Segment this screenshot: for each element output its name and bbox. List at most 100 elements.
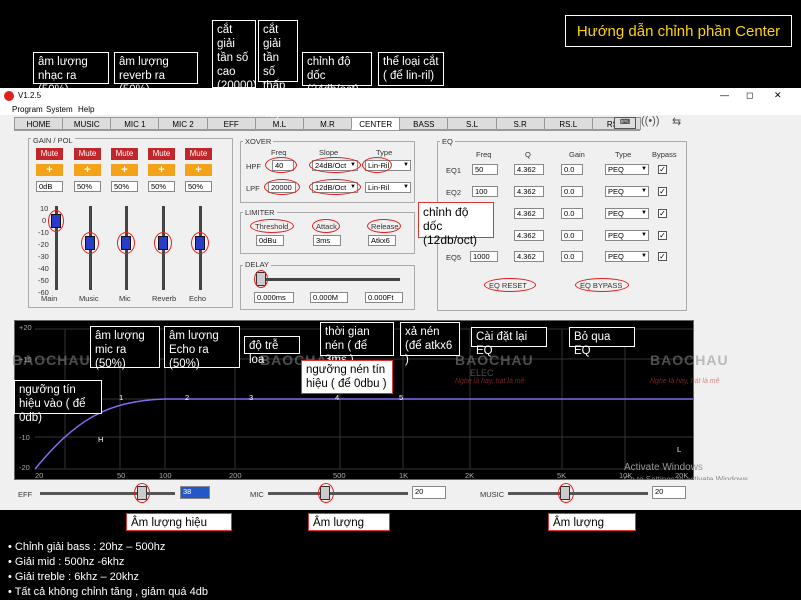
menu-program[interactable]: Program [12,105,43,114]
tab-sl[interactable]: S.L [447,117,497,130]
threshold-input[interactable]: 0dBu [256,235,284,246]
tab-music[interactable]: MUSIC [62,117,112,130]
delay-slider-track[interactable] [258,278,400,281]
lpf-label: LPF [246,184,260,193]
gain-input-music[interactable]: 50% [74,181,101,192]
scale-tick: 0 [42,216,47,225]
eq-gain-input[interactable]: 0.0 [561,164,583,175]
eq-point-marker[interactable]: 1 [119,393,123,402]
keyboard-icon[interactable]: ⌨ [614,117,636,129]
eq-gain-input[interactable]: 0.0 [561,186,583,197]
channel-label-echo: Echo [189,294,207,303]
activate-windows-text: Activate Windows [624,462,703,473]
mic-slider-track[interactable] [268,492,408,495]
hpf-label: HPF [246,162,261,171]
eq-point-marker[interactable]: 2 [185,393,189,402]
tab-mic2[interactable]: MIC 2 [158,117,208,130]
highlight-ring [134,483,150,503]
channel-label-mic: Mic [119,294,131,303]
mute-button-echo[interactable]: Mute [185,148,212,160]
eq-bypass-checkbox[interactable]: ✓ [658,187,667,196]
pol-button-echo[interactable]: + [185,164,212,176]
lpf-type-select[interactable]: Lin-Ril [365,182,411,193]
music-value-input[interactable]: 20 [652,486,686,499]
eq-bypass-checkbox[interactable]: ✓ [658,252,667,261]
tab-mic1[interactable]: MIC 1 [110,117,160,130]
scale-tick: -10 [38,228,49,237]
mute-button-main[interactable]: Mute [36,148,63,160]
tab-bar: HOME MUSIC MIC 1 MIC 2 EFF M.L M.R CENTE… [14,117,642,131]
tab-home[interactable]: HOME [14,117,64,130]
tab-sr[interactable]: S.R [495,117,545,130]
mute-button-reverb[interactable]: Mute [148,148,175,160]
eq-type-select[interactable]: PEQ [605,164,649,175]
gain-input-mic[interactable]: 50% [111,181,138,192]
eq-q-input[interactable]: 4.362 [514,230,544,241]
eq-point-marker[interactable]: 3 [249,393,253,402]
note-music-volume: Âm lượng nhạc [548,513,636,543]
menu-help[interactable]: Help [78,105,94,114]
eq-gain-input[interactable]: 0.0 [561,208,583,219]
minimize-button[interactable]: — [720,90,729,100]
eq-type-select[interactable]: PEQ [605,251,649,262]
eff-slider-track[interactable] [40,492,175,495]
eq-type-select[interactable]: PEQ [605,208,649,219]
delay-ms-input[interactable]: 0.000ms [254,292,294,303]
eq-point-marker[interactable]: 5 [399,393,403,402]
gain-input-echo[interactable]: 50% [185,181,212,192]
tab-center[interactable]: CENTER [351,117,401,130]
eq-freq-input[interactable]: 50 [472,164,498,175]
note-threshold: ngưỡng nén tín hiệu ( để 0dbu ) [301,360,393,394]
eq-q-input[interactable]: 4.362 [514,251,544,262]
highlight-ring [48,210,64,232]
eq-q-input[interactable]: 4.362 [514,164,544,175]
tab-bass[interactable]: BASS [399,117,449,130]
tab-rsl[interactable]: RS.L [543,117,593,130]
pol-button-music[interactable]: + [74,164,101,176]
highlight-ring [154,232,172,254]
pol-button-main[interactable]: + [36,164,63,176]
gain-input-main[interactable]: 0dB [36,181,63,192]
eq-type-select[interactable]: PEQ [605,230,649,241]
hpf-marker[interactable]: H [98,435,103,444]
tab-eff[interactable]: EFF [206,117,256,130]
eq-bypass-checkbox[interactable]: ✓ [658,165,667,174]
note-slope-12: chỉnh độ dốc (12db/oct) [418,202,494,247]
eq-q-input[interactable]: 4.362 [514,208,544,219]
menu-bar: Program System Help [0,104,801,115]
mic-value-input[interactable]: 20 [412,486,446,499]
eq-freq-input[interactable]: 100 [472,186,498,197]
eq-bypass-checkbox[interactable]: ✓ [658,231,667,240]
mute-button-music[interactable]: Mute [74,148,101,160]
eq-bypass-checkbox[interactable]: ✓ [658,209,667,218]
graph-y-label: +20 [19,323,32,332]
eq-title: EQ [440,137,455,146]
release-input[interactable]: Atkx6 [368,235,396,246]
close-button[interactable]: ✕ [774,90,782,101]
eq-freq-input[interactable]: 1000 [470,251,498,262]
pol-button-mic[interactable]: + [111,164,138,176]
tab-mr[interactable]: M.R [302,117,353,130]
delay-ft-input[interactable]: 0.000Ft [365,292,403,303]
highlight-ring [250,219,294,233]
eq-row-label: EQ5 [446,253,462,262]
pol-button-reverb[interactable]: + [148,164,175,176]
gain-input-reverb[interactable]: 50% [148,181,175,192]
note-mic-out: âm lượng mic ra (50%) [90,326,160,370]
eq-point-marker[interactable]: 4 [335,393,339,402]
eff-value-input[interactable]: 38 [180,486,210,499]
eq-gain-input[interactable]: 0.0 [561,230,583,241]
delay-m-input[interactable]: 0.000M [310,292,348,303]
eq-q-input[interactable]: 4.362 [514,186,544,197]
eq-gain-input[interactable]: 0.0 [561,251,583,262]
attack-input[interactable]: 3ms [313,235,341,246]
eq-type-select[interactable]: PEQ [605,186,649,197]
menu-system[interactable]: System [46,105,73,114]
maximize-button[interactable]: ◻ [746,90,753,101]
channel-label-reverb: Reverb [152,294,177,303]
watermark-logo: BAOCHAU [455,352,534,368]
music-slider-track[interactable] [508,492,648,495]
highlight-ring [318,483,334,503]
mute-button-mic[interactable]: Mute [111,148,138,160]
lpf-marker[interactable]: L [677,445,681,454]
